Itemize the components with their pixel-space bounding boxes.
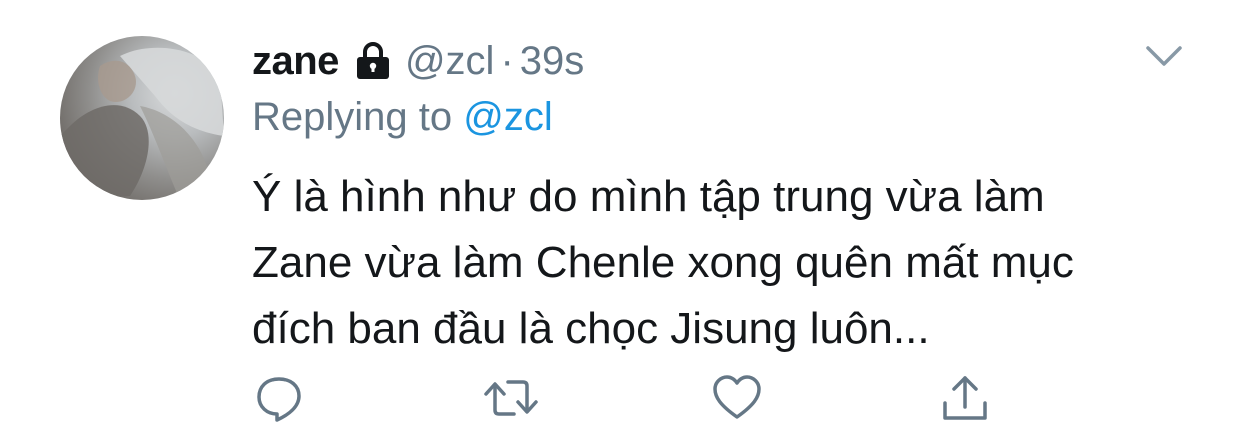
tweet-text-line: Ý là hình như do mình tập trung vừa làm [252,172,1045,221]
replying-to-label: Replying to [252,95,453,139]
separator-dot: · [500,38,514,83]
share-icon [943,376,987,420]
tweet-header: zane @zcl · 39s [252,34,584,88]
avatar-photo [60,47,224,200]
tweet-text: Ý là hình như do mình tập trung vừa làm … [252,164,1192,362]
like-button[interactable] [710,370,764,426]
action-bar [0,370,1242,430]
chevron-down-icon[interactable] [1142,40,1186,72]
handle[interactable]: @zcl [405,39,495,84]
tweet-text-line: đích ban đầu là chọc Jisung luôn... [252,304,930,353]
tweet[interactable]: zane @zcl · 39s Replying to @zcl Ý là hì… [0,0,1242,448]
retweet-button[interactable] [482,370,540,426]
replying-to: Replying to @zcl [252,95,553,140]
lock-icon [355,41,391,81]
share-button[interactable] [938,370,992,426]
timestamp[interactable]: 39s [520,39,585,84]
reply-button[interactable] [252,370,306,426]
retweet-icon [484,380,538,416]
avatar[interactable] [60,36,224,200]
tweet-text-line: Zane vừa làm Chenle xong quên mất mục [252,238,1074,287]
reply-icon [257,377,301,422]
heart-icon [713,375,761,419]
display-name[interactable]: zane [252,39,339,84]
reply-mention-link[interactable]: @zcl [463,95,553,139]
